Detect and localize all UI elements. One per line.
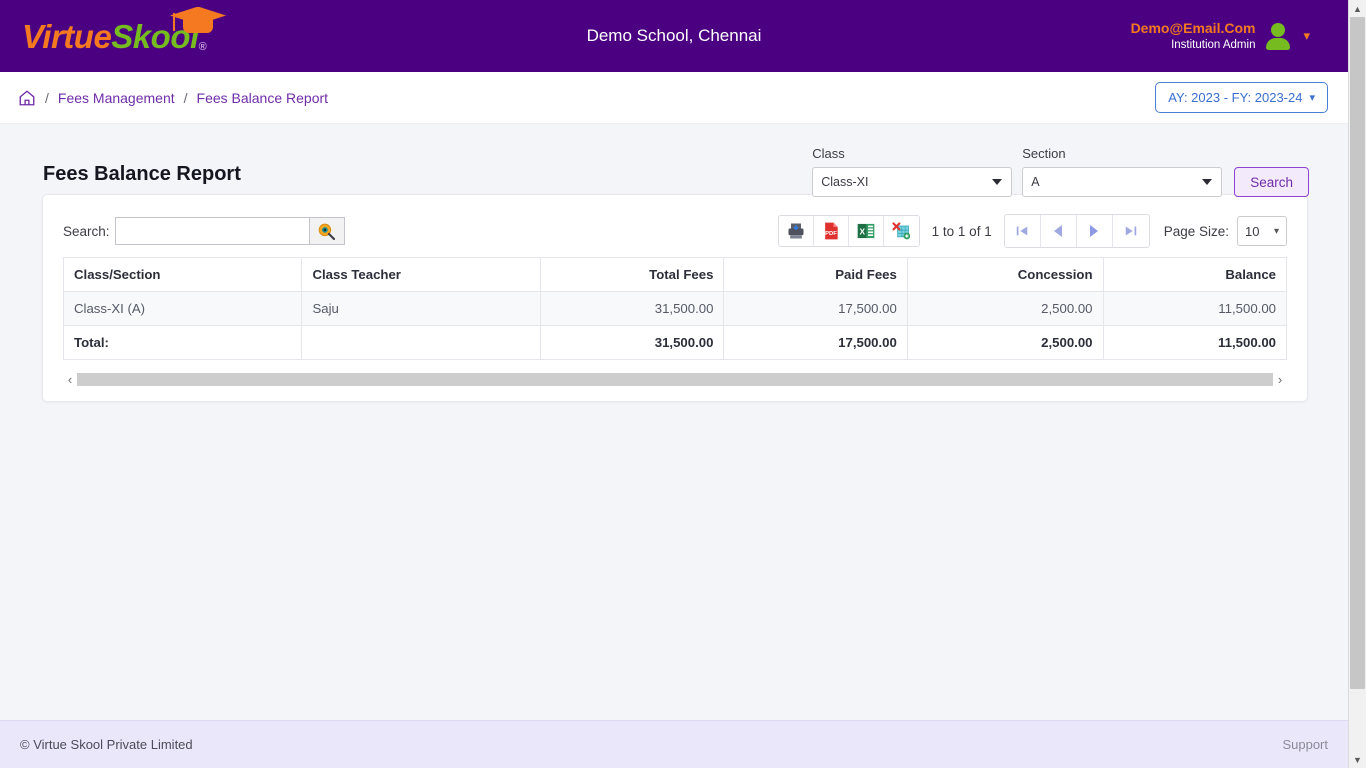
table-row[interactable]: Class-XI (A) Saju 31,500.00 17,500.00 2,…: [62, 291, 1288, 326]
column-header-class-teacher[interactable]: Class Teacher: [301, 257, 541, 292]
page-body: Fees Balance Report Class Class-XI Secti…: [0, 124, 1348, 402]
cell-class-section: Class-XI (A): [62, 291, 303, 326]
breadcrumb-bar: / Fees Management / Fees Balance Report …: [0, 72, 1348, 124]
table-total-row: Total: 31,500.00 17,500.00 2,500.00 11,5…: [62, 325, 1288, 360]
avatar-icon: [1265, 23, 1291, 50]
pagination-group: [1003, 214, 1150, 248]
copyright-text: © Virtue Skool Private Limited: [20, 737, 193, 752]
report-card: Search: PDF X 1 to 1 of 1 Page Size: 10 …: [42, 194, 1308, 402]
scroll-down-arrow-icon[interactable]: ▼: [1349, 751, 1366, 768]
user-email: Demo@Email.Com: [1130, 19, 1256, 36]
cell-total-fees: 31,500.00: [539, 291, 725, 326]
breadcrumb-separator-1: /: [45, 89, 49, 106]
app-page: VirtueSkool® Demo School, Chennai Demo@E…: [0, 0, 1348, 768]
top-header: VirtueSkool® Demo School, Chennai Demo@E…: [0, 0, 1348, 72]
scroll-thumb[interactable]: [1350, 17, 1365, 689]
browser-vertical-scrollbar[interactable]: ▲ ▼: [1348, 0, 1366, 768]
filter-controls: Class Class-XI Section A Search: [812, 146, 1309, 197]
total-label: Total:: [62, 325, 303, 360]
breadcrumb-item-fees-balance-report[interactable]: Fees Balance Report: [197, 90, 329, 106]
chevron-down-icon: [1202, 179, 1213, 185]
magnifier-icon[interactable]: [308, 217, 345, 245]
scroll-left-arrow-icon[interactable]: ‹: [63, 373, 77, 386]
chevron-down-icon: ▾: [1309, 92, 1315, 104]
svg-text:PDF: PDF: [825, 231, 837, 237]
total-blank: [301, 325, 541, 360]
logo-registered-mark: ®: [198, 40, 207, 53]
export-button-group: PDF X: [777, 215, 920, 247]
chevron-down-icon[interactable]: ▾: [1303, 28, 1310, 44]
page-size-label: Page Size:: [1163, 223, 1229, 239]
user-menu[interactable]: Demo@Email.Com Institution Admin ▾: [1131, 0, 1310, 72]
column-header-balance[interactable]: Balance: [1102, 257, 1288, 292]
cell-concession: 2,500.00: [906, 291, 1104, 326]
table-horizontal-scrollbar[interactable]: ‹ ›: [63, 372, 1287, 387]
cell-balance: 11,500.00: [1102, 291, 1288, 326]
support-link[interactable]: Support: [1282, 737, 1328, 752]
total-total-fees: 31,500.00: [539, 325, 725, 360]
search-input[interactable]: [114, 217, 309, 245]
xml-icon[interactable]: [883, 216, 919, 246]
print-icon[interactable]: [778, 216, 814, 246]
cell-class-teacher: Saju: [301, 291, 541, 326]
first-page-button[interactable]: [1004, 215, 1041, 247]
table-search-group: Search:: [63, 217, 345, 245]
table-search-label: Search:: [63, 223, 110, 239]
chevron-down-icon: ▾: [1273, 225, 1279, 237]
class-select-value: Class-XI: [821, 175, 869, 189]
academic-year-selector[interactable]: AY: 2023 - FY: 2023-24 ▾: [1155, 82, 1328, 113]
logo-text-virtue: Virtue: [22, 17, 112, 55]
breadcrumb-separator-2: /: [183, 89, 188, 106]
table-header-row: Class/Section Class Teacher Total Fees P…: [62, 257, 1288, 292]
prev-page-button[interactable]: [1040, 215, 1077, 247]
record-count: 1 to 1 of 1: [931, 223, 992, 239]
class-select[interactable]: Class-XI: [812, 167, 1013, 197]
pdf-icon[interactable]: PDF: [813, 216, 849, 246]
scroll-right-arrow-icon[interactable]: ›: [1273, 373, 1287, 386]
user-role: Institution Admin: [1171, 38, 1256, 51]
section-filter-label: Section: [1022, 146, 1066, 161]
page-footer: © Virtue Skool Private Limited Support: [0, 720, 1348, 768]
total-concession: 2,500.00: [906, 325, 1104, 360]
home-icon[interactable]: [18, 89, 36, 107]
svg-text:X: X: [859, 226, 865, 236]
column-header-total-fees[interactable]: Total Fees: [539, 257, 725, 292]
chevron-down-icon: [992, 179, 1003, 185]
page-title: Fees Balance Report: [43, 163, 241, 185]
page-title-row: Fees Balance Report Class Class-XI Secti…: [20, 124, 1328, 197]
excel-icon[interactable]: X: [848, 216, 884, 246]
class-filter-label: Class: [812, 146, 845, 161]
academic-year-label: AY: 2023 - FY: 2023-24: [1168, 90, 1303, 105]
page-size-select[interactable]: 10 ▾: [1237, 216, 1287, 246]
column-header-concession[interactable]: Concession: [906, 257, 1104, 292]
last-page-button[interactable]: [1112, 215, 1149, 247]
section-filter-group: Section A: [1022, 146, 1223, 197]
table-toolbar: Search: PDF X 1 to 1 of 1 Page Size: 10 …: [63, 211, 1287, 251]
total-paid-fees: 17,500.00: [723, 325, 908, 360]
section-select-value: A: [1031, 175, 1040, 189]
page-size-value: 10: [1245, 223, 1260, 239]
column-header-class-section[interactable]: Class/Section: [62, 257, 303, 292]
scroll-track[interactable]: [77, 373, 1273, 386]
cell-paid-fees: 17,500.00: [723, 291, 908, 326]
column-header-paid-fees[interactable]: Paid Fees: [723, 257, 908, 292]
total-balance: 11,500.00: [1102, 325, 1288, 360]
fees-balance-table: Class/Section Class Teacher Total Fees P…: [62, 257, 1288, 360]
class-filter-group: Class Class-XI: [812, 146, 1013, 197]
section-select[interactable]: A: [1022, 167, 1223, 197]
search-button[interactable]: Search: [1234, 167, 1309, 197]
app-logo[interactable]: VirtueSkool®: [22, 6, 226, 55]
breadcrumb-item-fees-management[interactable]: Fees Management: [58, 90, 175, 106]
scroll-up-arrow-icon[interactable]: ▲: [1349, 0, 1366, 17]
table-right-tools: PDF X 1 to 1 of 1 Page Size: 10 ▾: [777, 211, 1287, 251]
next-page-button[interactable]: [1076, 215, 1113, 247]
